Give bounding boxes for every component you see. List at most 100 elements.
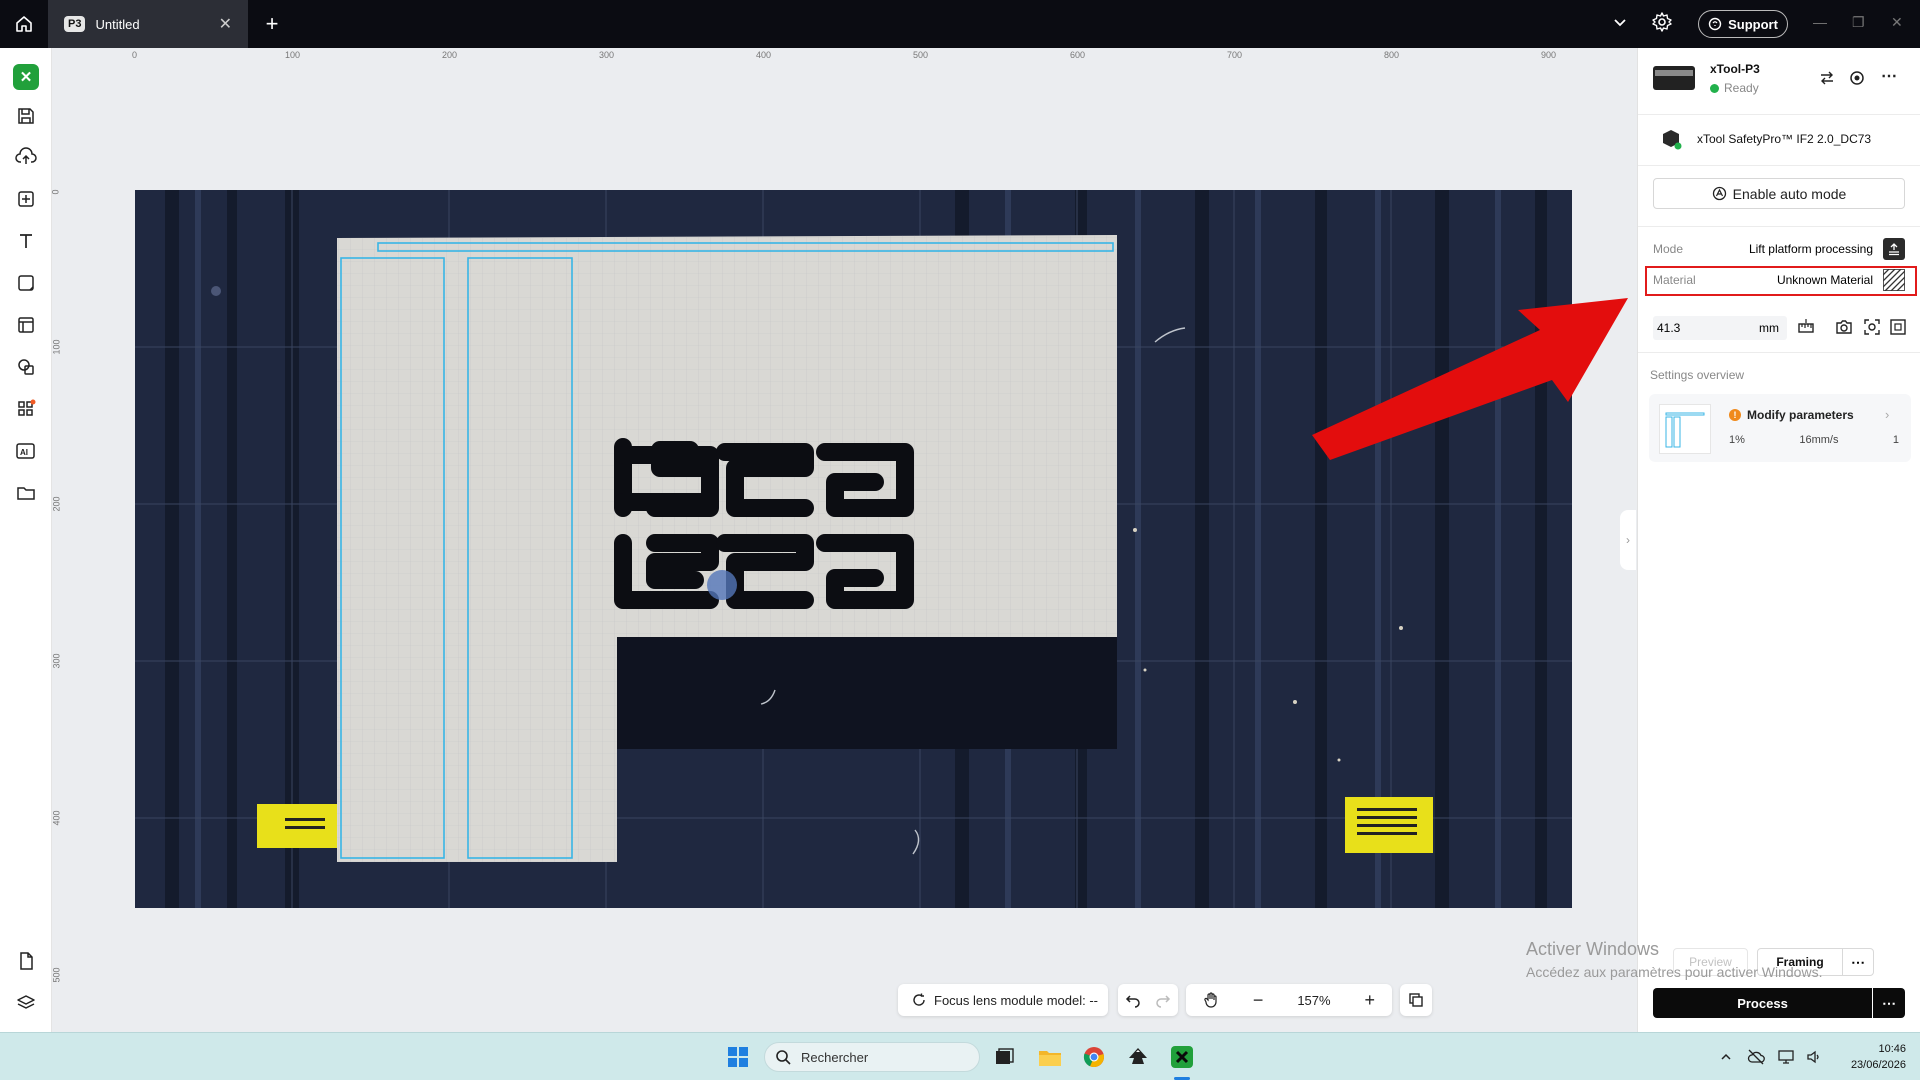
ruler-tick: 200 — [51, 496, 62, 512]
ruler-tick: 100 — [285, 50, 301, 60]
ruler-tick: 600 — [1070, 50, 1086, 60]
canvas-area: 0 100 200 300 400 500 600 700 800 900 0 … — [50, 48, 1637, 1032]
windows-activation-watermark: Activer Windows Accédez aux paramètres p… — [1526, 939, 1822, 980]
device-name: xTool-P3 — [1710, 62, 1760, 76]
upload-cloud-icon[interactable] — [11, 141, 41, 171]
enable-auto-mode-label: Enable auto mode — [1732, 185, 1847, 202]
device-thumbnail — [1653, 66, 1695, 90]
zoom-level[interactable]: 157% — [1297, 993, 1330, 1008]
minimize-icon[interactable]: — — [1813, 14, 1827, 30]
add-element-icon[interactable] — [11, 184, 41, 214]
chevron-down-icon[interactable] — [1610, 12, 1630, 32]
folder-icon[interactable] — [11, 478, 41, 508]
zoom-in-icon[interactable]: + — [1364, 990, 1375, 1011]
measure-height-icon[interactable] — [1797, 318, 1815, 336]
redo-icon[interactable] — [1155, 992, 1171, 1008]
close-tab-icon[interactable]: ✕ — [219, 14, 232, 34]
ruler-top: 0 100 200 300 400 500 600 700 800 900 — [52, 48, 1637, 70]
ruler-tick: 500 — [51, 967, 62, 983]
switch-device-icon[interactable] — [1819, 70, 1835, 86]
file-explorer-icon[interactable] — [1036, 1043, 1064, 1071]
red-arrow-annotation — [1312, 298, 1628, 460]
shapes-library-icon[interactable] — [11, 352, 41, 382]
camera-icon[interactable] — [1835, 318, 1853, 336]
settings-gear-icon[interactable] — [1651, 11, 1673, 33]
support-button[interactable]: Support — [1698, 10, 1788, 38]
device-status-text: Ready — [1724, 81, 1759, 95]
undo-redo-group — [1118, 984, 1178, 1016]
enable-auto-mode-button[interactable]: Enable auto mode — [1653, 178, 1905, 209]
focus-lens-control[interactable]: Focus lens module model: -- — [898, 984, 1108, 1016]
watermark-line1: Activer Windows — [1526, 939, 1660, 959]
ai-generator-icon[interactable]: AI — [11, 436, 41, 466]
collapse-panel-handle[interactable]: › — [1620, 510, 1636, 570]
cloud-offline-icon[interactable] — [1742, 1043, 1770, 1071]
close-window-icon[interactable]: ✕ — [1891, 14, 1903, 31]
capture-frame-icon[interactable] — [1863, 318, 1881, 336]
thickness-input[interactable]: 41.3 mm — [1653, 316, 1787, 340]
shape-tool-icon[interactable] — [11, 268, 41, 298]
new-tab-button[interactable]: + — [258, 10, 286, 38]
chrome-icon[interactable] — [1080, 1043, 1108, 1071]
tool-sidebar: ✕ AI — [0, 48, 52, 1032]
process-options-icon[interactable]: ⋯ — [1873, 988, 1905, 1018]
ruler-tick: 800 — [1384, 50, 1400, 60]
mode-value: Lift platform processing — [1748, 242, 1873, 256]
hand-pan-icon[interactable] — [1203, 992, 1219, 1008]
param-speed: 16mm/s — [1799, 434, 1839, 446]
thickness-unit: mm — [1759, 321, 1779, 335]
xtool-studio-taskbar-icon[interactable] — [1168, 1043, 1196, 1071]
calibration-icon[interactable] — [1889, 318, 1907, 336]
ruler-tick: 300 — [51, 653, 62, 669]
maximize-icon[interactable]: ❐ — [1852, 14, 1865, 31]
watermark-line2: Accédez aux paramètres pour activer Wind… — [1526, 964, 1823, 980]
mode-row[interactable]: Mode Lift platform processing — [1653, 238, 1905, 260]
taskbar-clock[interactable]: 10:46 23/06/2026 — [1836, 1041, 1906, 1073]
ruler-tick: 0 — [50, 189, 61, 195]
focus-lens-label: Focus lens module model: -- — [934, 992, 1099, 1008]
zoom-control: − 157% + — [1186, 984, 1392, 1016]
xtool-logo-icon[interactable]: ✕ — [13, 64, 39, 90]
task-view-icon[interactable] — [990, 1043, 1018, 1071]
undo-icon[interactable] — [1125, 992, 1141, 1008]
param-power: 1% — [1729, 434, 1745, 446]
home-icon[interactable] — [10, 10, 38, 38]
param-passes: 1 — [1892, 434, 1899, 446]
taskbar-search-box[interactable]: Rechercher — [764, 1042, 980, 1072]
modify-parameters-link[interactable]: ! Modify parameters — [1729, 408, 1854, 422]
settings-overview-label: Settings overview — [1650, 368, 1745, 382]
framing-options-icon[interactable]: ⋯ — [1842, 948, 1874, 976]
zoom-out-icon[interactable]: − — [1253, 990, 1264, 1011]
more-options-icon[interactable]: ⋯ — [1881, 66, 1897, 86]
windows-start-icon[interactable] — [724, 1043, 752, 1071]
network-icon[interactable] — [1772, 1043, 1800, 1071]
ruler-tick: 200 — [442, 50, 458, 60]
title-bar: P3 Untitled ✕ + Support — ❐ ✕ — [0, 0, 1920, 48]
text-tool-icon[interactable] — [11, 226, 41, 256]
ruler-tick: 700 — [1227, 50, 1243, 60]
volume-icon[interactable] — [1800, 1043, 1828, 1071]
settings-card[interactable]: ! Modify parameters › 1% 16mm/s 1 — [1649, 394, 1911, 462]
layers-icon[interactable] — [11, 988, 41, 1018]
ruler-tick: 400 — [756, 50, 772, 60]
save-icon[interactable] — [11, 101, 41, 131]
modify-parameters-label: Modify parameters — [1747, 408, 1854, 422]
search-icon — [776, 1050, 791, 1065]
document-icon[interactable] — [11, 946, 41, 976]
copy-layers-icon[interactable] — [1400, 984, 1432, 1016]
settings-thumbnail — [1659, 404, 1711, 454]
material-highlight-box — [1645, 266, 1917, 296]
support-icon — [1708, 17, 1722, 31]
ruler-tick: 500 — [913, 50, 929, 60]
layout-template-icon[interactable] — [11, 310, 41, 340]
inkscape-icon[interactable] — [1124, 1043, 1152, 1071]
chevron-up-icon[interactable] — [1712, 1043, 1740, 1071]
ruler-tick: 400 — [51, 810, 62, 826]
process-button[interactable]: Process — [1653, 988, 1872, 1018]
accessory-icon — [1660, 128, 1682, 150]
ruler-left: 0 100 200 300 400 500 — [50, 48, 74, 1032]
apps-grid-icon[interactable] — [11, 394, 41, 424]
connection-target-icon[interactable] — [1849, 70, 1865, 86]
tab-untitled[interactable]: P3 Untitled ✕ — [48, 0, 248, 48]
ruler-tick: 900 — [1541, 50, 1557, 60]
